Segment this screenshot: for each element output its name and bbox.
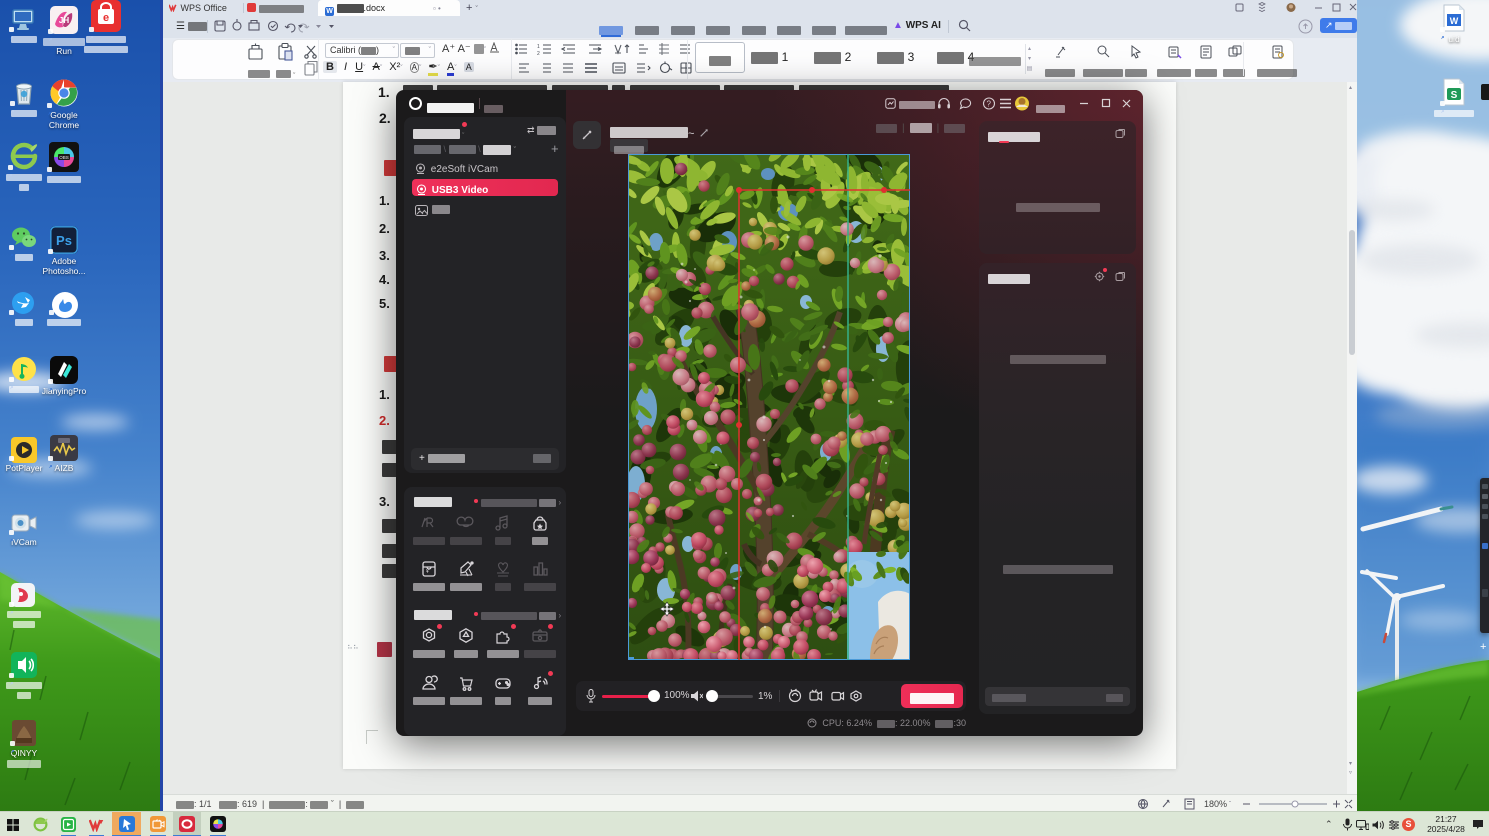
svg-text:e: e — [103, 12, 109, 24]
svg-text:1: 1 — [537, 44, 540, 50]
svg-text:ˇ: ˇ — [1229, 802, 1231, 808]
svg-text:S: S — [1451, 90, 1458, 101]
svg-text:Ps: Ps — [56, 233, 72, 248]
svg-text:180%: 180% — [1204, 799, 1227, 809]
svg-text:2: 2 — [537, 51, 540, 57]
svg-text:?: ? — [987, 100, 992, 109]
svg-text:JH: JH — [59, 16, 69, 25]
svg-text:¥: ¥ — [426, 569, 429, 575]
svg-text:OBS: OBS — [59, 155, 69, 160]
svg-text:W: W — [1450, 16, 1459, 26]
